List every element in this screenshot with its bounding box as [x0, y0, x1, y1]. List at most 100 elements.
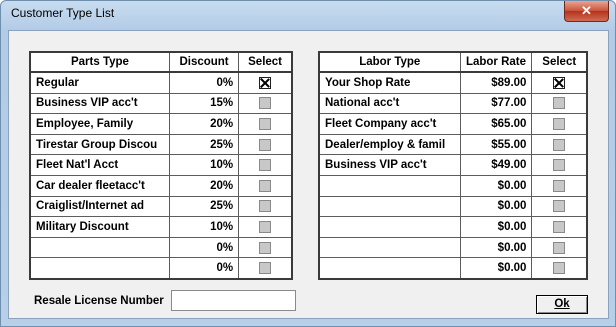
labor-rate-cell[interactable]: $0.00 [459, 216, 533, 238]
labor-type-cell[interactable]: Fleet Company acc't [318, 113, 461, 135]
labor-select-cell [531, 257, 588, 280]
labor-type-cell[interactable]: National acc't [318, 92, 461, 115]
labor-type-header: Labor Type [318, 51, 461, 73]
parts-discount-cell[interactable]: 25% [168, 133, 240, 156]
ok-button-label: Ok [554, 298, 570, 310]
parts-row: Car dealer fleetacc't 20% [29, 174, 293, 197]
parts-select-checkbox[interactable] [259, 76, 272, 89]
parts-type-cell[interactable] [29, 257, 170, 280]
labor-type-table: Labor Type Labor Rate Select Your Shop R… [318, 51, 588, 280]
labor-rate-cell[interactable]: $0.00 [459, 236, 533, 259]
labor-rate-cell[interactable]: $0.00 [459, 257, 533, 280]
parts-type-header: Parts Type [29, 51, 170, 73]
parts-select-checkbox[interactable] [259, 138, 272, 151]
labor-rate-cell[interactable]: $0.00 [459, 174, 533, 197]
parts-type-cell[interactable]: Regular [29, 71, 170, 94]
parts-select-checkbox[interactable] [259, 262, 272, 275]
labor-row: $0.00 [318, 257, 588, 280]
labor-row: $0.00 [318, 236, 588, 259]
labor-type-cell[interactable] [318, 236, 461, 259]
close-icon: ✕ [581, 3, 592, 18]
labor-row: Fleet Company acc't $65.00 [318, 113, 588, 135]
parts-select-checkbox[interactable] [259, 241, 272, 254]
parts-type-cell[interactable]: Military Discount [29, 216, 170, 238]
parts-discount-cell[interactable]: 25% [168, 195, 240, 218]
labor-rate-cell[interactable]: $65.00 [459, 113, 533, 135]
parts-discount-cell[interactable]: 10% [168, 216, 240, 238]
parts-type-cell[interactable]: Fleet Nat'l Acct [29, 154, 170, 176]
parts-row: Regular 0% [29, 71, 293, 94]
parts-discount-cell[interactable]: 0% [168, 257, 240, 280]
parts-select-checkbox[interactable] [259, 159, 272, 172]
labor-select-checkbox[interactable] [553, 262, 566, 275]
parts-select-header: Select [238, 51, 293, 73]
parts-discount-cell[interactable]: 0% [168, 236, 240, 259]
labor-select-checkbox[interactable] [553, 138, 566, 151]
parts-row: Employee, Family 20% [29, 113, 293, 135]
labor-type-cell[interactable] [318, 216, 461, 238]
parts-select-cell [238, 236, 293, 259]
labor-type-cell[interactable] [318, 174, 461, 197]
parts-select-cell [238, 257, 293, 280]
parts-type-cell[interactable]: Business VIP acc't [29, 92, 170, 115]
parts-type-cell[interactable] [29, 236, 170, 259]
parts-select-cell [238, 92, 293, 115]
ok-button[interactable]: Ok [536, 295, 588, 314]
labor-rate-cell[interactable]: $77.00 [459, 92, 533, 115]
labor-select-checkbox[interactable] [553, 117, 566, 130]
labor-table-header: Labor Type Labor Rate Select [318, 51, 588, 73]
parts-select-cell [238, 174, 293, 197]
labor-row: $0.00 [318, 216, 588, 238]
parts-select-cell [238, 195, 293, 218]
labor-row: Business VIP acc't $49.00 [318, 154, 588, 176]
parts-select-cell [238, 154, 293, 176]
parts-row: Tirestar Group Discou 25% [29, 133, 293, 156]
parts-select-checkbox[interactable] [259, 200, 272, 213]
labor-select-checkbox[interactable] [553, 159, 566, 172]
labor-select-checkbox[interactable] [553, 97, 566, 110]
resale-license-label: Resale License Number [34, 295, 164, 307]
labor-select-header: Select [531, 51, 588, 73]
parts-discount-cell[interactable]: 15% [168, 92, 240, 115]
parts-row: Fleet Nat'l Acct 10% [29, 154, 293, 176]
labor-type-cell[interactable]: Your Shop Rate [318, 71, 461, 94]
labor-type-cell[interactable]: Dealer/employ & famil [318, 133, 461, 156]
parts-discount-cell[interactable]: 10% [168, 154, 240, 176]
labor-select-checkbox[interactable] [553, 220, 566, 233]
parts-row: Craiglist/Internet ad 25% [29, 195, 293, 218]
labor-type-cell[interactable] [318, 257, 461, 280]
parts-type-cell[interactable]: Car dealer fleetacc't [29, 174, 170, 197]
labor-select-checkbox[interactable] [553, 76, 566, 89]
labor-row: $0.00 [318, 195, 588, 218]
labor-rate-cell[interactable]: $49.00 [459, 154, 533, 176]
parts-type-cell[interactable]: Employee, Family [29, 113, 170, 135]
parts-select-checkbox[interactable] [259, 97, 272, 110]
resale-license-input[interactable] [171, 290, 296, 311]
labor-select-cell [531, 71, 588, 94]
labor-type-cell[interactable] [318, 195, 461, 218]
parts-row: 0% [29, 236, 293, 259]
parts-select-checkbox[interactable] [259, 179, 272, 192]
parts-select-checkbox[interactable] [259, 220, 272, 233]
parts-type-cell[interactable]: Tirestar Group Discou [29, 133, 170, 156]
labor-select-checkbox[interactable] [553, 200, 566, 213]
labor-rate-cell[interactable]: $55.00 [459, 133, 533, 156]
parts-discount-cell[interactable]: 0% [168, 71, 240, 94]
parts-select-cell [238, 133, 293, 156]
labor-row: Dealer/employ & famil $55.00 [318, 133, 588, 156]
parts-select-cell [238, 113, 293, 135]
labor-rate-header: Labor Rate [459, 51, 533, 73]
close-button[interactable]: ✕ [564, 1, 609, 22]
labor-type-cell[interactable]: Business VIP acc't [318, 154, 461, 176]
dialog-body: Parts Type Discount Select Regular 0% Busi… [8, 30, 609, 319]
parts-discount-cell[interactable]: 20% [168, 174, 240, 197]
labor-rate-cell[interactable]: $89.00 [459, 71, 533, 94]
labor-select-cell [531, 133, 588, 156]
parts-table-header: Parts Type Discount Select [29, 51, 293, 73]
labor-rate-cell[interactable]: $0.00 [459, 195, 533, 218]
labor-select-checkbox[interactable] [553, 241, 566, 254]
labor-select-checkbox[interactable] [553, 179, 566, 192]
parts-type-cell[interactable]: Craiglist/Internet ad [29, 195, 170, 218]
parts-discount-cell[interactable]: 20% [168, 113, 240, 135]
parts-select-checkbox[interactable] [259, 117, 272, 130]
